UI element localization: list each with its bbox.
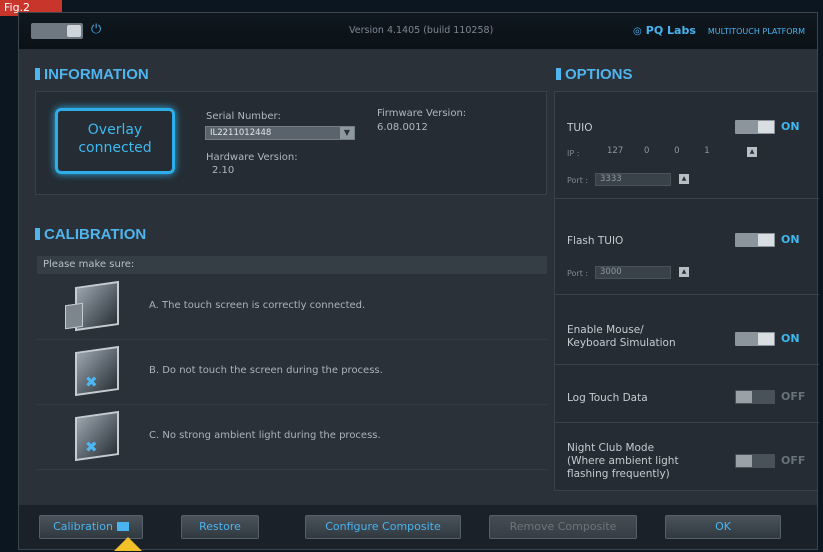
x-icon: ✖: [85, 438, 98, 456]
firmware-label: Firmware Version:: [377, 108, 467, 119]
ip-label: IP :: [567, 149, 580, 158]
configure-composite-button[interactable]: Configure Composite: [305, 515, 461, 539]
section-bullet: [35, 228, 40, 240]
section-bullet: [35, 68, 40, 80]
ambient-light-icon: ✖: [65, 410, 125, 462]
calibration-title-text: CALIBRATION: [44, 226, 147, 243]
divider: [555, 422, 819, 423]
remove-composite-button[interactable]: Remove Composite: [489, 515, 637, 539]
mouse-sim-toggle[interactable]: [735, 332, 775, 346]
toggle-knob: [736, 455, 752, 467]
port-spin-icon[interactable]: ▲: [679, 174, 689, 184]
serial-number-value: IL2211012448: [210, 128, 272, 138]
power-icon[interactable]: ⏻: [91, 23, 105, 37]
titlebar: ⏻ Version 4.1405 (build 110258) ◎ PQ Labs…: [19, 13, 817, 49]
toggle-knob: [758, 333, 774, 345]
night-club-label: Night Club Mode (Where ambient light fla…: [567, 442, 679, 481]
toggle-knob: [758, 121, 774, 133]
calibration-item-text: C. No strong ambient light during the pr…: [149, 430, 381, 441]
section-bullet: [556, 68, 561, 80]
tuio-state: ON: [781, 120, 800, 133]
calibration-title: CALIBRATION: [35, 226, 146, 243]
serial-label: Serial Number:: [206, 111, 281, 122]
ip-input[interactable]: 127 0 0 1: [595, 146, 745, 159]
main-toggle[interactable]: [31, 23, 83, 39]
log-touch-toggle[interactable]: [735, 390, 775, 404]
flash-port-input[interactable]: 3000: [595, 266, 671, 279]
flash-tuio-toggle[interactable]: [735, 233, 775, 247]
button-bar: Calibration Restore Configure Composite …: [19, 505, 817, 551]
tuio-toggle[interactable]: [735, 120, 775, 134]
serial-number-select[interactable]: IL2211012448 ▼: [205, 126, 355, 140]
toggle-knob: [758, 234, 774, 246]
log-touch-state: OFF: [781, 390, 806, 403]
version-text: Version 4.1405 (build 110258): [349, 25, 494, 36]
monitor-icon: [65, 280, 125, 332]
calibration-item: ✖ B. Do not touch the screen during the …: [37, 341, 547, 405]
touch-screen-icon: ✖: [65, 345, 125, 397]
divider: [555, 198, 819, 199]
calibration-button-label: Calibration: [53, 520, 113, 533]
hardware-value: 2.10: [212, 165, 235, 176]
night-club-label-line: Night Club Mode: [567, 442, 655, 454]
tuio-port-input[interactable]: 3333: [595, 173, 671, 186]
night-club-label-line: (Where ambient light: [567, 455, 679, 467]
brand-name: PQ Labs: [645, 24, 696, 37]
flash-tuio-label: Flash TUIO: [567, 235, 624, 247]
brand-logo: ◎ PQ Labs MULTITOUCH PLATFORM: [633, 24, 805, 37]
information-title-text: INFORMATION: [44, 66, 149, 83]
calibration-item: ✖ C. No strong ambient light during the …: [37, 406, 547, 470]
pq-logo-icon: ◎: [633, 26, 642, 37]
x-icon: ✖: [85, 373, 98, 391]
night-club-label-line: flashing frequently): [567, 468, 670, 480]
toggle-knob: [736, 391, 752, 403]
ok-button[interactable]: OK: [665, 515, 781, 539]
calibration-item: A. The touch screen is correctly connect…: [37, 276, 547, 340]
flash-tuio-state: ON: [781, 233, 800, 246]
calibration-button[interactable]: Calibration: [39, 515, 143, 539]
log-touch-label: Log Touch Data: [567, 392, 648, 404]
play-icon: [116, 522, 129, 531]
ip-octet: 1: [704, 146, 710, 156]
overlay-status-badge: Overlay connected: [55, 108, 175, 174]
highlight-arrow-icon: [114, 537, 142, 551]
divider: [555, 364, 819, 365]
chevron-down-icon[interactable]: ▼: [340, 127, 354, 139]
ip-spin-icon[interactable]: ▲: [747, 147, 757, 157]
flash-port-spin-icon[interactable]: ▲: [679, 267, 689, 277]
mouse-sim-state: ON: [781, 332, 800, 345]
mouse-sim-label: Enable Mouse/ Keyboard Simulation: [567, 324, 676, 350]
options-title-text: OPTIONS: [565, 66, 633, 83]
calibration-item-text: B. Do not touch the screen during the pr…: [149, 365, 383, 376]
tuio-port-label: Port :: [567, 176, 589, 185]
divider: [555, 294, 819, 295]
calibration-header: Please make sure:: [37, 256, 547, 274]
ip-octet: 0: [643, 146, 650, 156]
ip-octet: 127: [607, 146, 624, 156]
night-club-toggle[interactable]: [735, 454, 775, 468]
mouse-sim-label-line: Enable Mouse/: [567, 324, 644, 336]
monitor-small-shape: [65, 302, 83, 330]
mouse-sim-label-line: Keyboard Simulation: [567, 337, 676, 349]
calibration-item-text: A. The touch screen is correctly connect…: [149, 300, 366, 311]
options-title: OPTIONS: [556, 66, 633, 83]
tuio-label: TUIO: [567, 122, 593, 134]
night-club-state: OFF: [781, 454, 806, 467]
options-panel: TUIO ON IP : 127 0 0 1 ▲ Port : 3333 ▲ F…: [554, 91, 819, 491]
ip-octet: 0: [674, 146, 680, 156]
hardware-label: Hardware Version:: [206, 152, 298, 163]
flash-port-label: Port :: [567, 269, 589, 278]
brand-subtitle: MULTITOUCH PLATFORM: [707, 27, 805, 36]
restore-button[interactable]: Restore: [181, 515, 259, 539]
information-title: INFORMATION: [35, 66, 149, 83]
firmware-value: 6.08.0012: [377, 122, 428, 133]
app-window: ⏻ Version 4.1405 (build 110258) ◎ PQ Labs…: [18, 12, 819, 551]
main-toggle-knob: [67, 25, 81, 37]
